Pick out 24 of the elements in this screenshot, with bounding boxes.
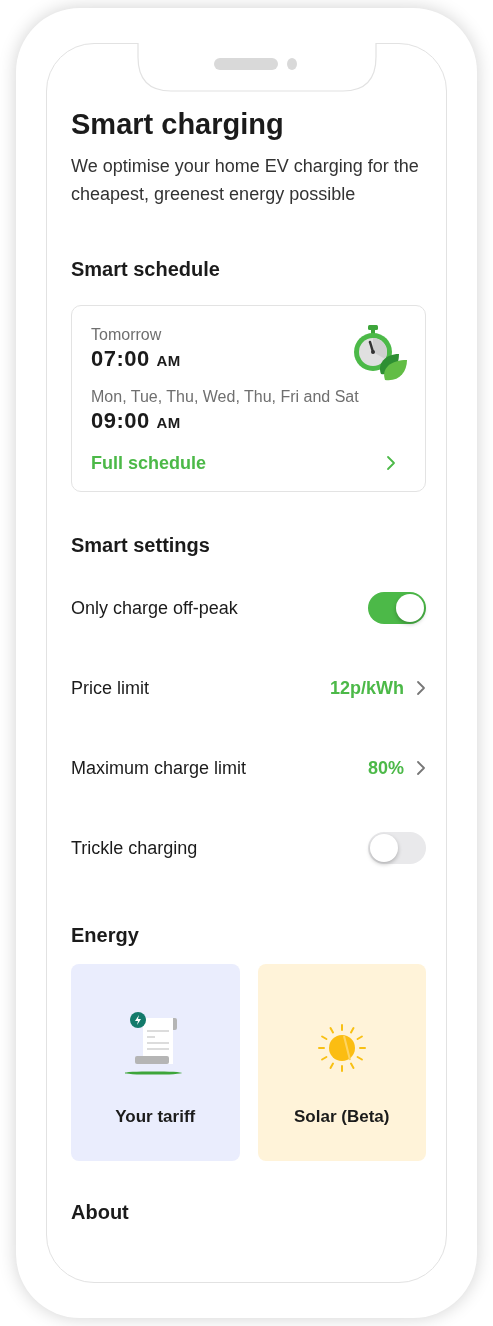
chevron-right-icon: [386, 455, 396, 471]
setting-label: Only charge off-peak: [71, 596, 238, 620]
chevron-right-icon: [416, 680, 426, 696]
schedule-time: 07:00 AM: [91, 345, 182, 373]
schedule-day-label: Mon, Tue, Thu, Wed, Thu, Fri and Sat: [91, 387, 360, 407]
chevron-right-icon: [416, 760, 426, 776]
toggle-switch[interactable]: [368, 592, 426, 624]
page-description: We optimise your home EV charging for the cheapest, greenest energy possible: [71, 155, 420, 206]
setting-label: Maximum charge limit: [71, 756, 247, 780]
section-heading: Smart schedule: [71, 257, 221, 282]
section-heading: Smart settings: [71, 533, 211, 558]
setting-value[interactable]: 80%: [367, 754, 426, 782]
toggle-switch[interactable]: [368, 832, 426, 864]
setting-value[interactable]: 12p/kWh: [330, 674, 426, 702]
full-schedule-link[interactable]: Full schedule: [91, 451, 406, 475]
section-heading: Energy: [71, 923, 140, 948]
page-title: Smart charging: [71, 107, 285, 142]
schedule-day-label: Tomorrow: [91, 325, 163, 345]
energy-tile[interactable]: Your tariff: [71, 964, 240, 1161]
schedule-time: 09:00 AM: [91, 407, 182, 435]
setting-label: Trickle charging: [71, 836, 198, 860]
setting-label: Price limit: [71, 676, 149, 700]
energy-tile[interactable]: Solar (Beta): [257, 964, 426, 1161]
section-heading: About: [71, 1200, 130, 1225]
